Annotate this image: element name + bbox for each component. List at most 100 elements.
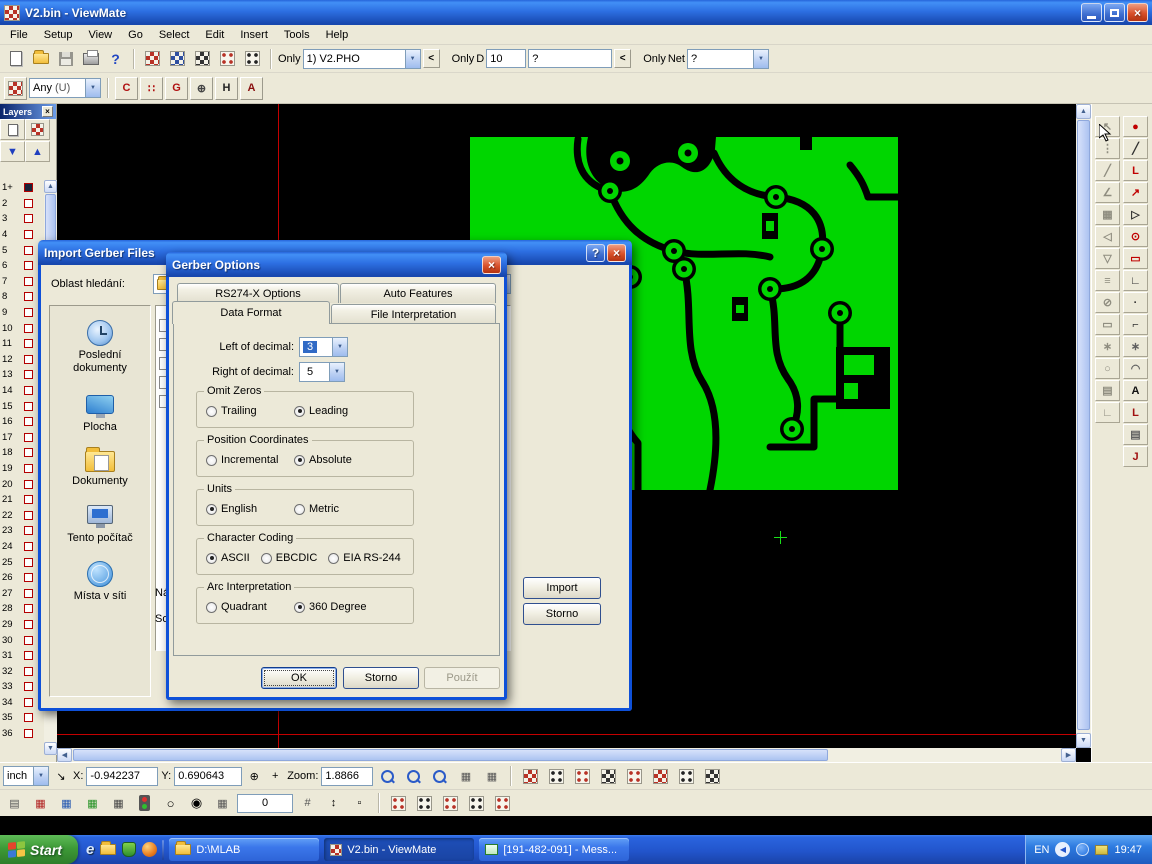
tool-button[interactable]: ● <box>1123 116 1148 137</box>
canvas-vscrollbar[interactable]: ▲ ▼ <box>1076 104 1091 748</box>
cancel-button[interactable]: Storno <box>343 667 419 689</box>
minimize-button[interactable] <box>1081 3 1102 22</box>
layer-swatch[interactable] <box>24 480 33 489</box>
layer-swatch[interactable] <box>24 183 33 192</box>
snap-value-field[interactable]: 0 <box>237 794 293 813</box>
marker-box-button[interactable]: ▫ <box>348 792 371 815</box>
tool-button[interactable]: ∟ <box>1095 402 1120 423</box>
view-mode-2-button[interactable] <box>545 765 568 788</box>
left-decimal-combo[interactable]: 3 ▼ <box>299 337 348 357</box>
layer-swatch[interactable] <box>24 386 33 395</box>
prev-dcode-button[interactable]: < <box>614 49 631 68</box>
browser-ball-icon[interactable] <box>142 842 157 857</box>
layer-swatch[interactable] <box>24 355 33 364</box>
layer-swatch[interactable] <box>24 495 33 504</box>
layer-swatch[interactable] <box>24 292 33 301</box>
radio-icon[interactable] <box>206 406 217 417</box>
paint-mode-1-button[interactable] <box>387 792 410 815</box>
layer-swatch[interactable] <box>24 277 33 286</box>
grid-a-button[interactable]: ▦ <box>454 765 477 788</box>
tray-network-icon[interactable] <box>1076 843 1089 856</box>
view-mode-1-button[interactable] <box>519 765 542 788</box>
context-help-button[interactable]: ? <box>104 47 127 70</box>
tool-button[interactable]: ≡ <box>1095 270 1120 291</box>
units-combo[interactable]: inch ▼ <box>3 766 49 786</box>
tool-button[interactable]: L <box>1123 160 1148 181</box>
tool-button[interactable]: ▽ <box>1095 248 1120 269</box>
circle-select-button[interactable]: ○ <box>159 792 182 815</box>
radio-icon[interactable] <box>294 602 305 613</box>
clock[interactable]: 19:47 <box>1114 844 1142 856</box>
right-decimal-combo[interactable]: 5 ▼ <box>299 362 345 382</box>
menu-item[interactable]: View <box>80 26 120 44</box>
layer-down-button[interactable]: ▼ <box>0 141 25 162</box>
save-button[interactable] <box>54 47 77 70</box>
view-mode-5-button[interactable] <box>623 765 646 788</box>
tool-button[interactable]: ○ <box>1095 358 1120 379</box>
place-desktop[interactable]: Plocha <box>54 391 146 434</box>
layers-scroll-down[interactable]: ▼ <box>44 742 57 755</box>
scroll-left-button[interactable]: ◀ <box>57 748 72 762</box>
menu-item[interactable]: Tools <box>276 26 318 44</box>
restore-button[interactable] <box>1104 3 1125 22</box>
layer-swatch[interactable] <box>24 417 33 426</box>
view-mode-4-button[interactable] <box>597 765 620 788</box>
dialog-close-button[interactable]: × <box>607 244 626 262</box>
layer-swatch[interactable] <box>24 542 33 551</box>
tool-button[interactable]: ▤ <box>1123 424 1148 445</box>
import-cancel-button[interactable]: Storno <box>523 603 601 625</box>
tool-button[interactable]: A <box>1123 380 1148 401</box>
ok-button[interactable]: OK <box>261 667 337 689</box>
layer-swatch[interactable] <box>24 308 33 317</box>
select-tool-button[interactable]: C <box>115 77 138 100</box>
layer-up-button[interactable]: ▲ <box>25 141 50 162</box>
layer-row[interactable]: 35 <box>0 710 44 726</box>
place-computer[interactable]: Tento počítač <box>54 505 146 545</box>
close-button[interactable]: × <box>1127 3 1148 22</box>
layer-list-button[interactable] <box>0 119 25 140</box>
layer-swatch[interactable] <box>24 448 33 457</box>
filled-circle-button[interactable]: ◉ <box>185 792 208 815</box>
tray-keyboard-icon[interactable] <box>1095 845 1108 855</box>
tab-rs274x[interactable]: RS274-X Options <box>177 283 339 303</box>
radio-icon[interactable] <box>294 406 305 417</box>
grid-gray-button[interactable]: ▦ <box>107 792 130 815</box>
radio-option[interactable]: 360 Degree <box>294 601 382 613</box>
layer-swatch[interactable] <box>24 230 33 239</box>
zoom-in-button[interactable] <box>376 765 399 788</box>
view-mode-8-button[interactable] <box>701 765 724 788</box>
layer-stack-button[interactable]: ▤ <box>3 792 26 815</box>
radio-icon[interactable] <box>294 504 305 515</box>
scroll-right-button[interactable]: ▶ <box>1061 748 1076 762</box>
measure-button[interactable] <box>191 47 214 70</box>
internet-explorer-icon[interactable]: e <box>86 841 94 858</box>
relative-origin-button[interactable]: ⊕ <box>245 765 263 788</box>
select-tool-button[interactable]: G <box>165 77 188 100</box>
tool-button[interactable]: ◠ <box>1123 358 1148 379</box>
radio-icon[interactable] <box>206 553 217 564</box>
layer-swatch[interactable] <box>24 511 33 520</box>
select-mode-button[interactable] <box>4 77 27 100</box>
layer-colors-button[interactable] <box>25 119 50 140</box>
select-tool-button[interactable]: ∷ <box>140 77 163 100</box>
menu-item[interactable]: Edit <box>197 26 232 44</box>
tool-button[interactable]: L <box>1123 402 1148 423</box>
view-mode-6-button[interactable] <box>649 765 672 788</box>
highlight-dcodes-button[interactable] <box>141 47 164 70</box>
layer-swatch[interactable] <box>24 402 33 411</box>
y-coordinate-field[interactable]: 0.690643 <box>174 767 242 786</box>
radio-option[interactable]: Trailing <box>206 405 294 417</box>
menu-item[interactable]: Help <box>318 26 357 44</box>
paint-mode-4-button[interactable] <box>465 792 488 815</box>
radio-option[interactable]: Quadrant <box>206 601 294 613</box>
layer-swatch[interactable] <box>24 558 33 567</box>
x-coordinate-field[interactable]: -0.942237 <box>86 767 158 786</box>
radio-option[interactable]: Incremental <box>206 454 294 466</box>
only-dcode-label[interactable]: Only <box>452 53 475 65</box>
layer-swatch[interactable] <box>24 682 33 691</box>
layer-row[interactable]: 3 <box>0 211 44 227</box>
task-button-message[interactable]: [191-482-091] - Mess... <box>479 838 629 861</box>
menu-item[interactable]: File <box>2 26 36 44</box>
tool-button[interactable]: ◁ <box>1095 226 1120 247</box>
layer-swatch[interactable] <box>24 324 33 333</box>
